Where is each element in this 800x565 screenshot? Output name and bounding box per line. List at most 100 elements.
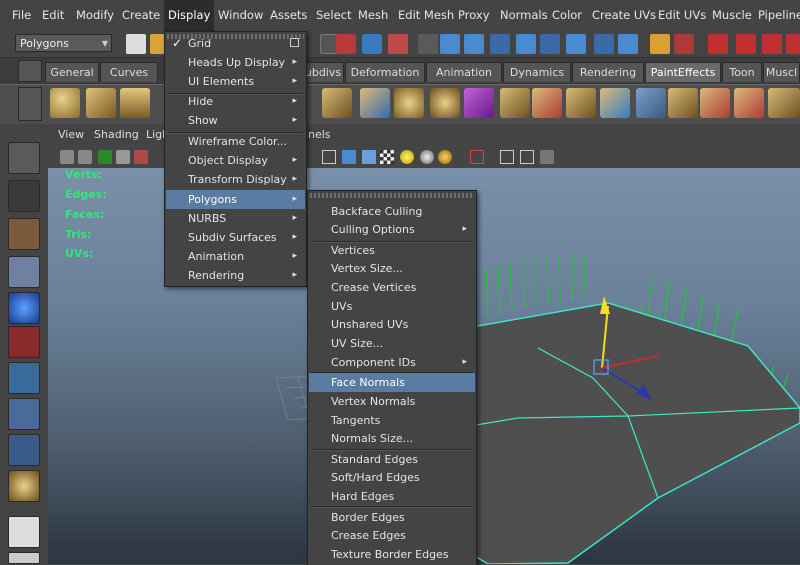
menu-item-nurbs[interactable]: NURBS ▸ bbox=[166, 209, 305, 228]
menu-assets[interactable]: Assets bbox=[266, 0, 311, 31]
menu-item-object-display[interactable]: Object Display ▸ bbox=[166, 151, 305, 170]
image-plane-icon[interactable] bbox=[116, 150, 130, 164]
smooth-shade-icon[interactable] bbox=[342, 150, 356, 164]
single-pane-layout-icon[interactable] bbox=[8, 516, 40, 548]
menu-item-transform-display[interactable]: Transform Display ▸ bbox=[166, 170, 305, 189]
menu-pipeline-cache[interactable]: Pipeline C bbox=[754, 0, 800, 31]
camera-attributes-icon[interactable] bbox=[78, 150, 92, 164]
menu-modify[interactable]: Modify bbox=[72, 0, 118, 31]
xray-active-components-icon[interactable] bbox=[540, 150, 554, 164]
menu-color[interactable]: Color bbox=[548, 0, 586, 31]
selection-lock-icon[interactable] bbox=[674, 34, 694, 54]
append-poly-icon[interactable] bbox=[668, 88, 698, 118]
extrude-face-icon[interactable] bbox=[500, 88, 530, 118]
snap-surface-icon[interactable] bbox=[540, 34, 560, 54]
rotate-tool-icon[interactable] bbox=[8, 292, 40, 324]
render-settings-icon[interactable] bbox=[786, 34, 800, 54]
tab-painteffects[interactable]: PaintEffects bbox=[645, 62, 721, 82]
menu-item-vertex-size[interactable]: Vertex Size... bbox=[309, 259, 475, 278]
select-by-hierarchy-icon[interactable] bbox=[336, 34, 356, 54]
shadows-icon[interactable] bbox=[420, 150, 434, 164]
select-tool-icon[interactable] bbox=[8, 142, 40, 174]
split-poly-icon[interactable] bbox=[532, 88, 562, 118]
wireframe-on-shaded-icon[interactable] bbox=[362, 150, 376, 164]
menu-item-vertex-normals[interactable]: Vertex Normals bbox=[309, 392, 475, 411]
menu-file[interactable]: File bbox=[8, 0, 35, 31]
menu-display[interactable]: Display bbox=[164, 0, 215, 31]
menu-normals[interactable]: Normals bbox=[496, 0, 552, 31]
four-pane-layout-icon[interactable] bbox=[8, 552, 40, 564]
tab-curves[interactable]: Curves bbox=[100, 62, 158, 82]
menu-mesh[interactable]: Mesh bbox=[354, 0, 392, 31]
menu-item-animation[interactable]: Animation ▸ bbox=[166, 247, 305, 266]
new-scene-icon[interactable] bbox=[126, 34, 146, 54]
poly-cube-icon[interactable] bbox=[86, 88, 116, 118]
lock-icon[interactable] bbox=[650, 34, 670, 54]
menu-item-tangents[interactable]: Tangents bbox=[309, 411, 475, 430]
menu-item-crease-vertices[interactable]: Crease Vertices bbox=[309, 278, 475, 297]
menu-item-ui-elements[interactable]: UI Elements ▸ bbox=[166, 72, 305, 91]
menu-item-hide[interactable]: Hide ▸ bbox=[166, 92, 305, 111]
menu-window[interactable]: Window bbox=[214, 0, 267, 31]
separate-icon[interactable] bbox=[430, 88, 460, 118]
menu-edit-mesh[interactable]: Edit Mesh bbox=[394, 0, 458, 31]
option-box-icon[interactable] bbox=[290, 38, 299, 47]
menu-item-show[interactable]: Show ▸ bbox=[166, 111, 305, 130]
menu-item-subdiv-surfaces[interactable]: Subdiv Surfaces ▸ bbox=[166, 228, 305, 247]
show-manipulator-icon[interactable] bbox=[8, 434, 40, 466]
extrude-icon[interactable] bbox=[360, 88, 390, 118]
poly-cylinder-icon[interactable] bbox=[120, 88, 150, 118]
tab-deformation[interactable]: Deformation bbox=[345, 62, 425, 82]
poly-sphere-icon[interactable] bbox=[50, 88, 80, 118]
grease-pencil-icon[interactable] bbox=[134, 150, 148, 164]
menu-create-uvs[interactable]: Create UVs bbox=[588, 0, 660, 31]
menu-item-culling-options[interactable]: Culling Options ▸ bbox=[309, 220, 475, 239]
universal-manipulator-icon[interactable] bbox=[8, 362, 40, 394]
history-icon[interactable] bbox=[708, 34, 728, 54]
snap-point-icon[interactable] bbox=[490, 34, 510, 54]
menu-item-wireframe-color[interactable]: Wireframe Color... bbox=[166, 132, 305, 151]
menu-edit[interactable]: Edit bbox=[38, 0, 68, 31]
menu-select[interactable]: Select bbox=[312, 0, 355, 31]
menu-item-rendering[interactable]: Rendering ▸ bbox=[166, 266, 305, 285]
menu-item-standard-edges[interactable]: Standard Edges bbox=[309, 450, 475, 469]
menu-item-uvs[interactable]: UVs bbox=[309, 297, 475, 316]
menu-item-unshared-uvs[interactable]: Unshared UVs bbox=[309, 315, 475, 334]
menu-item-face-normals[interactable]: Face Normals bbox=[309, 373, 475, 392]
menu-proxy[interactable]: Proxy bbox=[454, 0, 494, 31]
scale-tool-icon[interactable] bbox=[8, 326, 40, 358]
cut-faces-icon[interactable] bbox=[700, 88, 730, 118]
menu-item-polygons[interactable]: Polygons ▸ bbox=[166, 190, 305, 209]
render-icon[interactable] bbox=[736, 34, 756, 54]
insert-edge-loop-icon[interactable] bbox=[734, 88, 764, 118]
live-object-icon[interactable] bbox=[594, 34, 614, 54]
menu-item-border-edges[interactable]: Border Edges bbox=[309, 508, 475, 527]
snap-plane-icon[interactable] bbox=[516, 34, 536, 54]
panel-menu-panels[interactable]: nels bbox=[308, 124, 331, 146]
tab-animation[interactable]: Animation bbox=[426, 62, 502, 82]
merge-icon[interactable] bbox=[600, 88, 630, 118]
tab-rendering[interactable]: Rendering bbox=[572, 62, 644, 82]
select-by-component-icon[interactable] bbox=[388, 34, 408, 54]
menu-item-crease-edges[interactable]: Crease Edges bbox=[309, 526, 475, 545]
camera-select-icon[interactable] bbox=[60, 150, 74, 164]
tab-toon[interactable]: Toon bbox=[722, 62, 762, 82]
tab-general[interactable]: General bbox=[45, 62, 99, 82]
menu-muscle[interactable]: Muscle bbox=[708, 0, 756, 31]
poly-cone-icon[interactable] bbox=[636, 88, 666, 118]
panel-menu-view[interactable]: View bbox=[58, 124, 84, 146]
hardware-texturing-icon[interactable] bbox=[438, 150, 452, 164]
xray-icon[interactable] bbox=[500, 150, 514, 164]
tab-subdivs[interactable]: ubdivs bbox=[302, 62, 344, 82]
offset-edge-icon[interactable] bbox=[768, 88, 800, 118]
menu-set-dropdown[interactable]: Polygons ▼ bbox=[15, 34, 112, 52]
menu-item-uv-size[interactable]: UV Size... bbox=[309, 334, 475, 353]
menu-item-backface-culling[interactable]: Backface Culling bbox=[309, 202, 475, 221]
lasso-tool-icon[interactable] bbox=[8, 180, 40, 212]
vertex-snap-icon[interactable] bbox=[566, 34, 586, 54]
smooth-proxy-icon[interactable] bbox=[464, 88, 494, 118]
help-icon[interactable] bbox=[618, 34, 638, 54]
menu-item-normals-size[interactable]: Normals Size... bbox=[309, 429, 475, 448]
snap-curve-icon[interactable] bbox=[464, 34, 484, 54]
tear-off-handle[interactable] bbox=[310, 193, 474, 198]
